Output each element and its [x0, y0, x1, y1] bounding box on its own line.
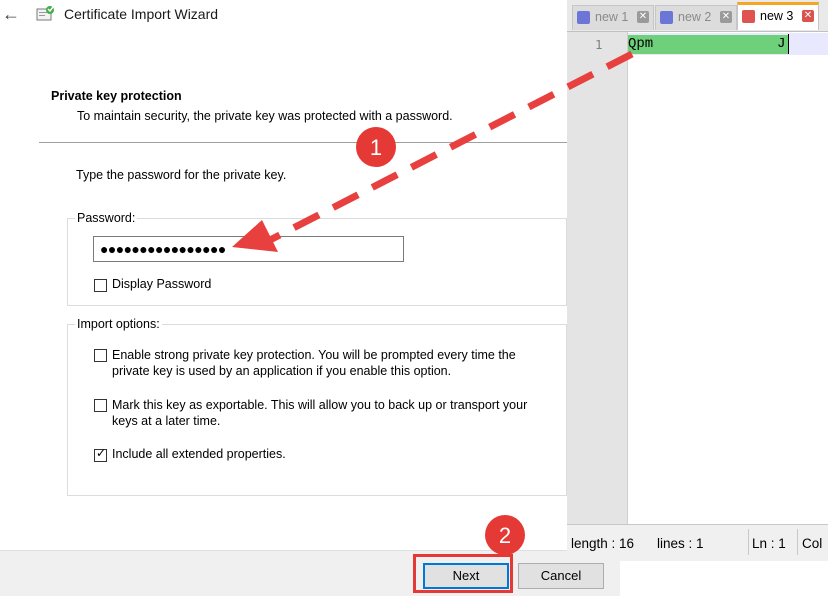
password-legend: Password:	[75, 211, 138, 225]
status-lines: lines : 1	[657, 536, 704, 551]
close-icon[interactable]: ✕	[802, 10, 814, 22]
status-length: length : 16	[571, 536, 635, 551]
step-2-badge	[485, 515, 525, 555]
tab-new-1[interactable]: new 1 ✕	[572, 5, 654, 30]
extended-properties-label[interactable]: Include all extended properties.	[112, 447, 286, 461]
password-prompt: Type the password for the private key.	[76, 168, 287, 182]
status-column: Col	[802, 536, 823, 551]
back-arrow-icon[interactable]: ←	[2, 4, 20, 25]
checkmark-icon: ✓	[96, 446, 107, 460]
text-caret	[788, 34, 789, 54]
floppy-disk-icon	[660, 11, 673, 24]
close-icon[interactable]: ✕	[637, 11, 649, 23]
editor-text-end[interactable]: J	[777, 36, 785, 52]
import-options-legend: Import options:	[75, 317, 162, 331]
step-1-label: 1	[370, 135, 382, 160]
strong-protection-label[interactable]: Enable strong private key protection. Yo…	[112, 347, 552, 379]
step-1-badge	[356, 127, 396, 167]
status-divider	[748, 529, 749, 555]
status-line: Ln : 1	[752, 536, 786, 551]
exportable-label[interactable]: Mark this key as exportable. This will a…	[112, 397, 552, 429]
certificate-icon	[36, 5, 56, 23]
extended-properties-checkbox[interactable]: ✓	[94, 446, 107, 462]
next-highlight-box	[413, 554, 513, 593]
tab-label: new 2	[678, 10, 712, 24]
step-2-label: 2	[499, 523, 511, 548]
status-divider	[797, 529, 798, 555]
display-password-label[interactable]: Display Password	[112, 277, 211, 291]
tab-label: new 1	[595, 10, 629, 24]
header-divider	[39, 142, 609, 143]
tab-label: new 3	[760, 9, 794, 23]
strong-protection-checkbox[interactable]	[94, 349, 107, 362]
window-title: Certificate Import Wizard	[64, 6, 219, 22]
password-group	[67, 218, 567, 306]
section-heading: Private key protection	[51, 89, 182, 103]
floppy-disk-icon	[577, 11, 590, 24]
password-input[interactable]: ●●●●●●●●●●●●●●●●	[93, 236, 404, 262]
tab-new-2[interactable]: new 2 ✕	[655, 5, 737, 30]
line-number-gutter	[567, 32, 628, 524]
floppy-disk-icon	[742, 10, 755, 23]
exportable-checkbox[interactable]	[94, 399, 107, 412]
close-icon[interactable]: ✕	[720, 11, 732, 23]
display-password-checkbox[interactable]	[94, 279, 107, 292]
line-number: 1	[595, 37, 603, 52]
section-subheading: To maintain security, the private key wa…	[77, 109, 453, 123]
editor-text-start[interactable]: Qpm	[628, 36, 653, 52]
cancel-button[interactable]: Cancel	[518, 563, 604, 589]
tab-new-3[interactable]: new 3 ✕	[737, 2, 819, 30]
